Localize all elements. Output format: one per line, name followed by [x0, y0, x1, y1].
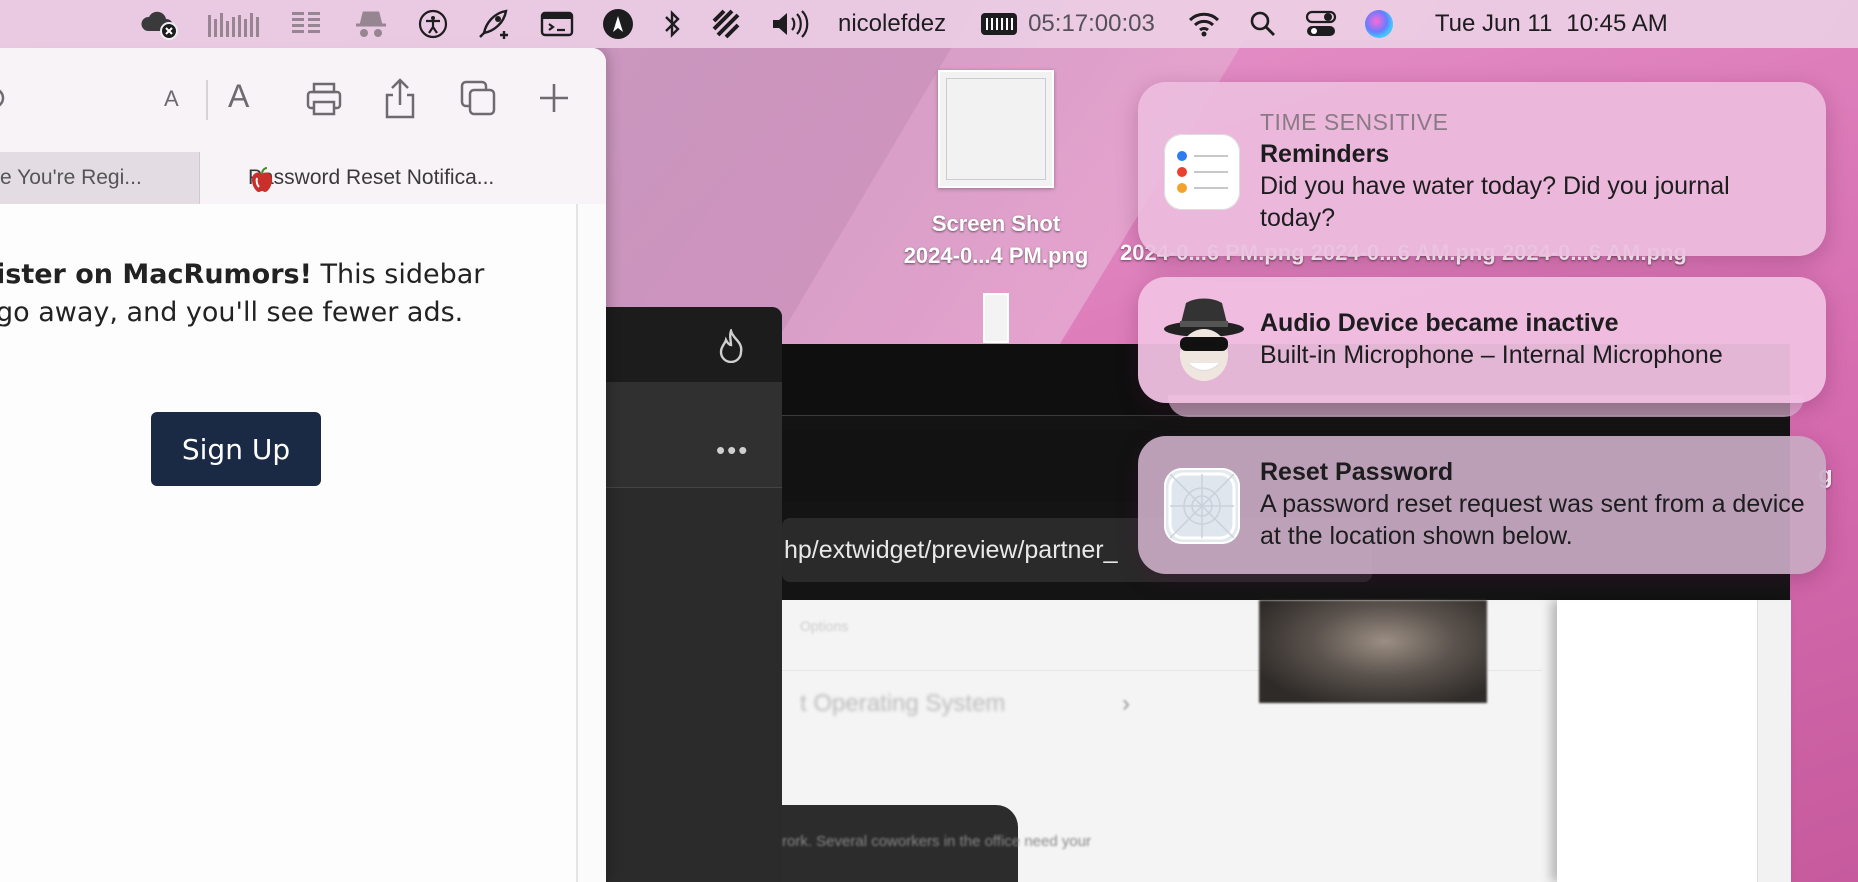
preview-side-panel — [1557, 600, 1791, 882]
control-center-icon[interactable] — [1305, 10, 1337, 38]
bluetooth-icon[interactable] — [662, 9, 682, 39]
spotlight-search-icon[interactable] — [1249, 10, 1277, 38]
notification-kicker: TIME SENSITIVE — [1260, 109, 1449, 135]
pointer-app-icon[interactable] — [602, 8, 634, 40]
timer-value: 05:17:00:03 — [1028, 10, 1155, 37]
notification-reminders[interactable]: TIME SENSITIVE Reminders Did you have wa… — [1138, 82, 1826, 256]
blurred-section-text: Options — [800, 618, 849, 634]
macrumors-apple-icon — [252, 167, 272, 192]
flame-icon[interactable] — [716, 327, 746, 368]
dark-sidebar-window: ••• — [606, 307, 782, 882]
tab-registration[interactable]: e You're Regi... — [0, 152, 200, 204]
share-icon[interactable] — [382, 78, 418, 125]
notification-title: Audio Device became inactive — [1260, 309, 1619, 337]
notification-title: Reminders — [1260, 140, 1390, 168]
screen-capture-icon[interactable] — [540, 9, 574, 39]
safari-window: A A e You're Regi... Password Reset Noti… — [0, 48, 606, 882]
timer-widget[interactable]: 05:17:00:03 — [980, 10, 1155, 38]
sign-up-button[interactable]: Sign Up — [151, 412, 321, 486]
incognito-spy-icon — [1164, 293, 1244, 381]
desktop-file-label[interactable]: Screen Shot 2024-0...4 PM.png — [876, 208, 1116, 272]
desktop-small-file[interactable] — [983, 293, 1009, 343]
tab-overview-icon[interactable] — [458, 78, 498, 123]
print-icon[interactable] — [304, 78, 344, 123]
notification-title: Reset Password — [1260, 458, 1454, 486]
audio-level-icon[interactable] — [208, 9, 262, 39]
generic-app-icon — [1164, 468, 1240, 544]
volume-icon[interactable] — [770, 9, 810, 39]
video-thumbnail[interactable] — [1259, 600, 1487, 703]
blurred-popup: rork. Several coworkers in the office ne… — [782, 805, 1091, 882]
istat-menus-icon[interactable] — [290, 8, 324, 40]
desktop-file-thumbnail[interactable] — [938, 70, 1054, 188]
menubar-date[interactable]: Tue Jun 11 — [1435, 10, 1552, 38]
creative-cloud-icon[interactable] — [140, 7, 180, 41]
notification-audio-device[interactable]: Audio Device became inactive Built-in Mi… — [1138, 277, 1826, 403]
rocket-icon[interactable] — [476, 7, 512, 41]
extension-gear-icon[interactable] — [0, 78, 12, 123]
reminders-icon — [1164, 134, 1240, 210]
siri-icon[interactable] — [1364, 10, 1393, 38]
stack-stripes-icon[interactable] — [710, 9, 742, 39]
notification-body: A password reset request was sent from a… — [1260, 490, 1805, 550]
battery-timer-icon — [981, 13, 1018, 35]
text-smaller-button[interactable]: A — [164, 86, 179, 112]
menubar-time[interactable]: 10:45 AM — [1566, 10, 1667, 38]
blurred-row-text[interactable]: t Operating System — [800, 690, 1005, 718]
notification-body: Built-in Microphone – Internal Microphon… — [1260, 341, 1723, 369]
chevron-right-icon[interactable]: › — [1122, 690, 1130, 718]
notification-body: Did you have water today? Did you journa… — [1260, 172, 1730, 232]
text-larger-button[interactable]: A — [228, 78, 249, 115]
incognito-hat-icon[interactable] — [352, 9, 390, 39]
notification-reset-password[interactable]: Reset Password A password reset request … — [1138, 436, 1826, 574]
menu-bar: nicolefdez 05:17:00:03 Tue Jun 11 10:45 … — [0, 0, 1858, 48]
more-options-icon[interactable]: ••• — [716, 435, 749, 466]
register-prompt: ister on MacRumors! This sidebar go away… — [0, 259, 485, 328]
menubar-username[interactable]: nicolefdez — [838, 10, 946, 38]
wifi-icon[interactable] — [1187, 10, 1221, 38]
accessibility-icon[interactable] — [418, 9, 448, 39]
sidebar-divider — [576, 204, 578, 882]
browser-toolbar: A A — [0, 48, 606, 152]
page-content: ister on MacRumors! This sidebar go away… — [0, 204, 576, 882]
new-tab-icon[interactable] — [536, 78, 572, 123]
tab-bar: e You're Regi... Password Reset Notifica… — [0, 152, 606, 204]
